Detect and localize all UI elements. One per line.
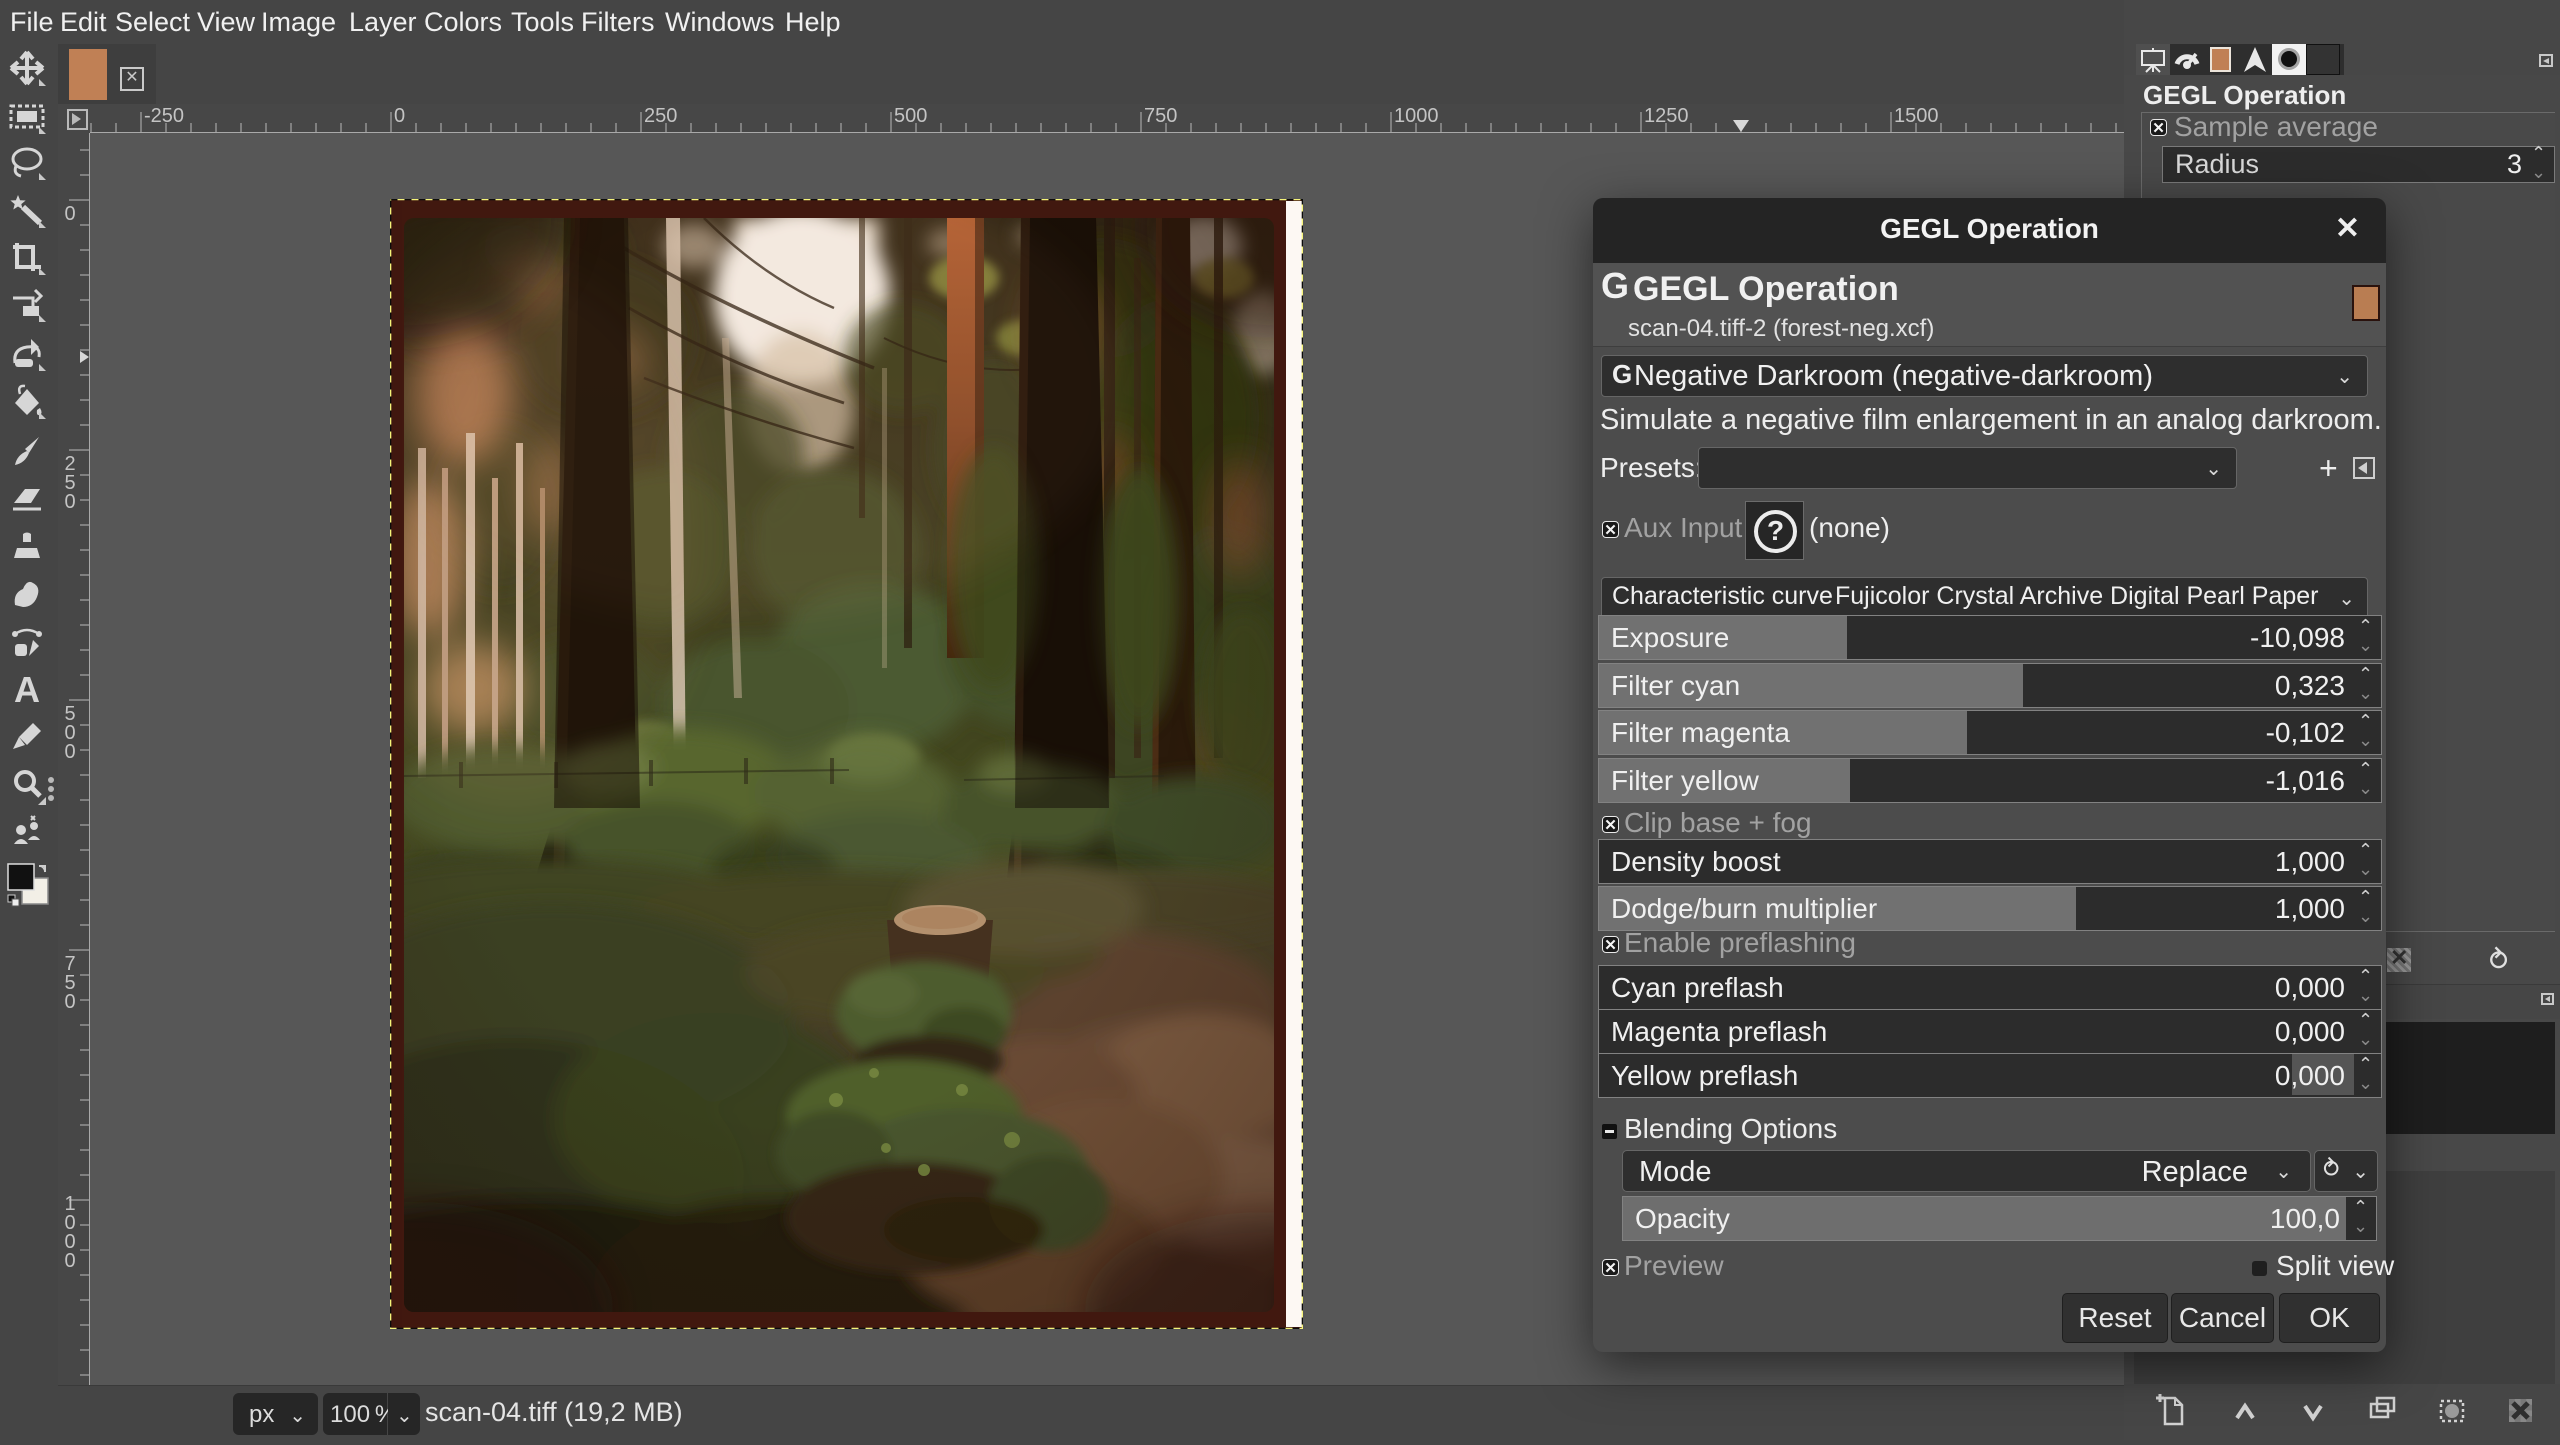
svg-text:A: A [14, 669, 40, 710]
